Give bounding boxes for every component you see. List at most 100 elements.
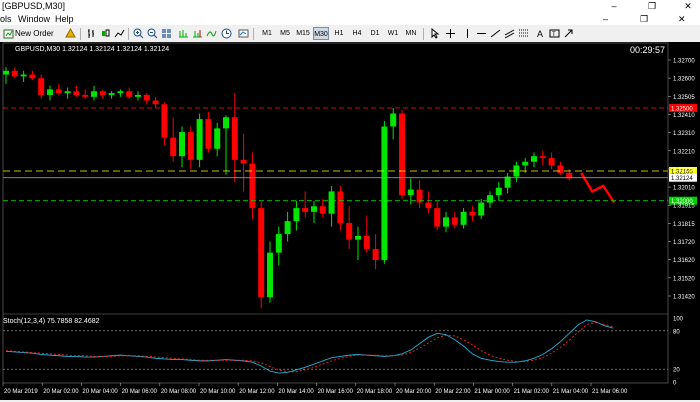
candle-body — [469, 211, 476, 216]
candle-body — [117, 91, 124, 94]
child-restore-button[interactable]: ❐ — [640, 13, 648, 25]
close-button[interactable]: ✕ — [676, 0, 700, 13]
indicators-icon[interactable] — [206, 28, 217, 39]
vertical-line-icon[interactable] — [462, 28, 473, 39]
candle-body — [126, 91, 133, 97]
timeframe-m1[interactable]: M1 — [259, 27, 275, 40]
zoom-in-icon[interactable] — [133, 28, 144, 39]
candle-body — [284, 221, 291, 235]
timeframe-m5[interactable]: M5 — [277, 27, 293, 40]
candle-body — [3, 70, 9, 75]
x-tick-label: 20 Mar 14:00 — [278, 389, 314, 395]
candle-body — [434, 208, 441, 227]
bar-chart-icon[interactable] — [86, 28, 97, 39]
candlestick-chart[interactable] — [3, 67, 616, 309]
channel-icon[interactable] — [504, 28, 515, 39]
candle-body — [557, 165, 564, 173]
candle-body — [319, 206, 326, 214]
candle-body — [548, 158, 555, 166]
child-minimize-button[interactable]: – — [603, 13, 608, 25]
y-tick-label: 1.31620 — [673, 258, 695, 264]
y-tick-label: 1.32210 — [673, 149, 695, 155]
text-tool-icon[interactable]: A — [535, 28, 546, 39]
candle-body — [99, 91, 106, 95]
candle-body — [355, 235, 361, 240]
candle-body — [267, 252, 273, 298]
tile-windows-icon[interactable] — [161, 28, 172, 39]
menu-tools[interactable]: ols — [0, 13, 12, 25]
y-tick-label: 1.31520 — [673, 276, 695, 282]
minimize-button[interactable]: – — [602, 0, 626, 13]
candle-body — [187, 132, 194, 160]
menu-help[interactable]: Help — [55, 13, 74, 25]
x-tick-label: 21 Mar 04:00 — [553, 389, 589, 395]
chart-header: GBPUSD,M30 1.32124 1.32124 1.32124 1.321… — [15, 46, 169, 53]
toolbar-separator — [423, 28, 424, 40]
horizontal-line-icon[interactable] — [476, 28, 487, 39]
candle-body — [196, 119, 203, 160]
candle-body — [258, 208, 265, 298]
candle-body — [170, 137, 177, 157]
svg-text:A: A — [537, 29, 543, 39]
timeframe-mn[interactable]: MN — [403, 27, 419, 40]
candle-body — [38, 78, 45, 95]
x-tick-label: 20 Mar 04:00 — [82, 389, 118, 395]
y-tick-label: 1.32010 — [673, 186, 695, 192]
y-tick-label: 1.32505 — [673, 95, 695, 101]
candle-body — [504, 176, 511, 188]
candle-body — [328, 191, 335, 214]
x-tick-label: 21 Mar 02:00 — [514, 389, 550, 395]
toolbar-separator — [128, 28, 129, 40]
child-close-button[interactable]: ✕ — [678, 13, 686, 25]
arrow-tool-icon[interactable] — [563, 28, 574, 39]
cursor-icon[interactable] — [430, 28, 441, 39]
timeframe-d1[interactable]: D1 — [367, 27, 383, 40]
candle-body — [451, 217, 458, 225]
chart-window[interactable]: 1.32500 1.32160 1.32000 1.32124 100 80 20 0 1.… — [0, 42, 700, 400]
new-order-button[interactable]: New Order — [15, 27, 63, 40]
x-tick-label: 21 Mar 00:00 — [474, 389, 510, 395]
fibonacci-icon[interactable] — [518, 28, 529, 39]
period-icon[interactable] — [221, 28, 232, 39]
zoom-out-icon[interactable] — [147, 28, 158, 39]
candle-body — [161, 104, 168, 138]
candlestick-icon[interactable] — [100, 28, 111, 39]
line-chart-icon[interactable] — [114, 28, 125, 39]
x-tick-label: 20 Mar 22:00 — [435, 389, 471, 395]
chart-shift-icon[interactable] — [192, 28, 203, 39]
timeframe-h4[interactable]: H4 — [349, 27, 365, 40]
new-chart-icon[interactable] — [3, 28, 14, 39]
window-titlebar: [GBPUSD,M30] – ❐ ✕ — [0, 0, 700, 13]
candle-body — [539, 156, 546, 159]
expert-advisor-icon[interactable] — [65, 28, 76, 39]
crosshair-icon[interactable] — [445, 28, 456, 39]
templates-icon[interactable] — [238, 28, 249, 39]
candle-body — [478, 202, 485, 216]
candle-body — [240, 159, 247, 164]
price-chart[interactable]: 1.325001.321601.320001.32124 10080200 1.… — [0, 42, 700, 400]
restore-button[interactable]: ❐ — [640, 0, 664, 13]
candle-body — [337, 191, 344, 223]
candle-body — [275, 234, 282, 253]
timeframe-w1[interactable]: W1 — [385, 27, 401, 40]
auto-scroll-icon[interactable] — [178, 28, 189, 39]
candle-body — [152, 100, 159, 105]
label-tool-icon[interactable]: T — [549, 28, 560, 39]
candle-body — [47, 89, 53, 95]
timeframe-h1[interactable]: H1 — [331, 27, 347, 40]
y-tick-label: 1.31720 — [673, 240, 695, 246]
trendline-icon[interactable] — [490, 28, 501, 39]
candle-body — [381, 126, 388, 261]
stoch-tick-label: 100 — [673, 317, 684, 323]
x-tick-label: 20 Mar 18:00 — [357, 389, 393, 395]
timeframe-m15[interactable]: M15 — [295, 27, 311, 40]
x-tick-label: 20 Mar 06:00 — [122, 389, 158, 395]
timeframe-m30[interactable]: M30 — [313, 27, 329, 40]
toolbar-separator — [253, 28, 254, 40]
candle-body — [135, 94, 141, 97]
x-tick-label: 20 Mar 2019 — [4, 389, 38, 395]
candle-body — [302, 208, 309, 212]
menu-window[interactable]: Window — [18, 13, 50, 25]
stoch-main-line — [5, 319, 614, 374]
bid-level-label: 1.32124 — [671, 176, 693, 182]
